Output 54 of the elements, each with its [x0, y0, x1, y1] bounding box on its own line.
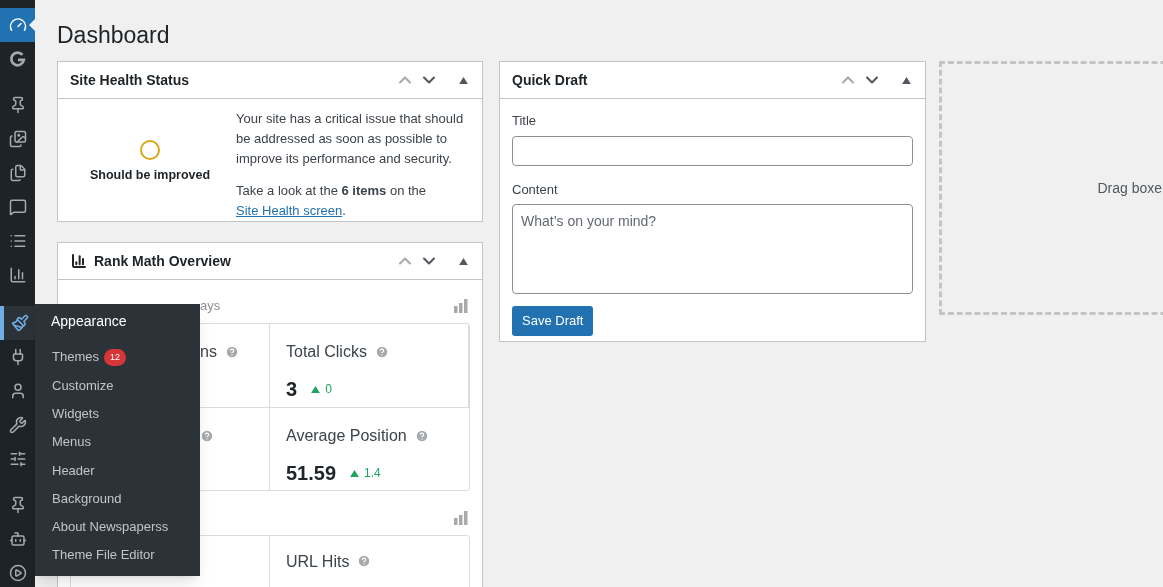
rank-math-logo-icon	[70, 253, 88, 269]
submenu-item[interactable]: Customize	[52, 375, 114, 396]
g-letter-icon	[8, 50, 27, 68]
stat-change: 0	[311, 380, 332, 398]
page-title: Dashboard	[57, 21, 171, 50]
submenu-title[interactable]: Appearance	[35, 311, 200, 331]
health-message: Your site has a critical issue that should be addressed as soon as possible to improve its performance and security.	[236, 110, 465, 168]
submenu-item[interactable]: About Newspaperss	[52, 517, 169, 537]
panel-title: Quick Draft	[512, 70, 588, 90]
stat-label: URL Hits	[286, 552, 350, 572]
submenu-item[interactable]: Background	[52, 488, 122, 509]
submenu-item[interactable]: Themes	[52, 347, 99, 367]
submenu-item[interactable]: Menus	[52, 432, 92, 452]
stat-label: Average Position	[286, 426, 407, 446]
stat-change: 1.4	[350, 464, 381, 482]
count-badge: 12	[103, 348, 126, 366]
submenu-item[interactable]: Header	[52, 460, 95, 481]
up-triangle-icon	[311, 385, 321, 393]
stat-label: Total Clicks	[286, 342, 367, 362]
collapse-icon[interactable]	[459, 76, 468, 84]
status-label: Should be improved	[89, 166, 211, 184]
status-ring-icon	[140, 139, 160, 160]
period-label: ays	[199, 297, 221, 316]
up-triangle-icon	[350, 469, 360, 477]
stat-label: ns	[200, 342, 217, 362]
pages-icon	[8, 164, 27, 182]
collapse-icon[interactable]	[459, 257, 468, 265]
stat-value: 3	[286, 377, 298, 402]
health-prompt: Take a look at the 6 items on the Site Health screen.	[236, 182, 428, 220]
drop-zone-text: Drag boxe	[1097, 178, 1163, 198]
panel-title: Rank Math Overview	[94, 251, 231, 271]
robot-icon	[8, 530, 27, 548]
list-icon	[8, 232, 27, 250]
collapse-icon[interactable]	[902, 76, 911, 84]
sidebar-item[interactable]	[0, 8, 35, 42]
brush-icon	[10, 314, 29, 332]
current-pointer-icon	[29, 19, 35, 31]
content-field[interactable]: What’s on your mind?	[512, 204, 913, 294]
play-icon	[8, 564, 27, 582]
title-field[interactable]	[512, 135, 913, 166]
field-label: Content	[512, 180, 559, 199]
chart-icon	[8, 266, 27, 284]
panel-title: Site Health Status	[70, 70, 190, 90]
sliders-icon	[8, 450, 27, 468]
submenu-item[interactable]: Widgets	[52, 404, 99, 424]
comment-icon	[8, 198, 27, 216]
media-icon	[8, 130, 27, 148]
wrench-icon	[8, 416, 27, 434]
save-draft-button[interactable]: Save Draft	[512, 306, 594, 336]
stat-value: 51.59	[286, 461, 337, 486]
dashboard-icon	[8, 16, 27, 34]
submenu-item[interactable]: Theme File Editor	[52, 545, 155, 565]
field-label: Title	[512, 112, 538, 130]
sidebar-item[interactable]	[0, 306, 35, 340]
